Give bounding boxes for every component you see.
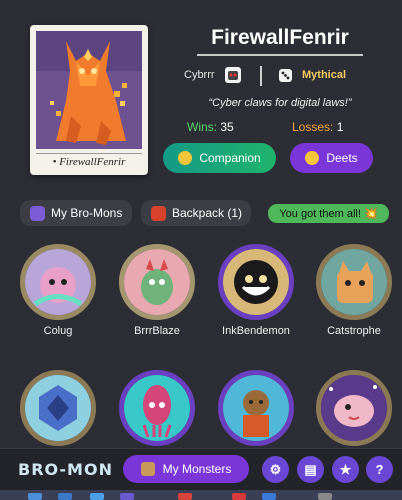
monster-avatar xyxy=(119,370,195,446)
app-root: • FirewallFenrir FirewallFenrir Cybrrr M… xyxy=(0,0,402,500)
monster-tile[interactable]: Catstrophe xyxy=(316,244,392,338)
monster-portrait xyxy=(36,31,142,149)
taskbar-app-icon[interactable] xyxy=(90,493,104,500)
losses-value: 1 xyxy=(336,120,344,134)
deets-label: Deets xyxy=(326,151,358,165)
companion-label: Companion xyxy=(199,151,261,165)
backpack-icon xyxy=(151,205,166,221)
taskbar-app-icon[interactable] xyxy=(318,493,332,500)
divider xyxy=(260,66,262,86)
monster-name: Catstrophe xyxy=(327,325,381,337)
taskbar-app-icon[interactable] xyxy=(28,493,42,500)
deets-button[interactable]: Deets xyxy=(290,143,373,173)
monster-tile[interactable] xyxy=(20,370,96,450)
monster-name: BrrrBlaze xyxy=(134,325,180,337)
companion-button[interactable]: Companion xyxy=(163,143,276,173)
box-icon xyxy=(140,462,155,476)
taskbar-app-icon[interactable] xyxy=(232,493,246,500)
wins-value: 35 xyxy=(220,120,234,134)
wins-label: Wins: xyxy=(187,120,217,134)
dice-icon xyxy=(278,68,293,83)
alien-icon xyxy=(30,205,45,221)
monster-avatar xyxy=(20,244,96,320)
my-monsters-label: My Monsters xyxy=(162,462,232,476)
wins-stat: Wins: 35 xyxy=(187,120,234,134)
rarity-label: Mythical xyxy=(302,69,347,81)
monster-tile[interactable] xyxy=(316,370,392,450)
tribe-label: Cybrrr xyxy=(184,69,215,81)
star-icon[interactable]: ★ xyxy=(332,456,359,483)
taskbar-app-icon[interactable] xyxy=(120,493,134,500)
motto-text: “Cyber claws for digital laws!” xyxy=(208,97,352,109)
taskbar-app-icon[interactable] xyxy=(58,493,72,500)
monster-name: InkBendemon xyxy=(222,325,290,337)
losses-stat: Losses: 1 xyxy=(292,120,343,134)
monster-avatar xyxy=(218,244,294,320)
card-name-label: • FirewallFenrir xyxy=(36,153,142,171)
completion-badge: You got them all! 💥 xyxy=(268,204,389,223)
tab-backpack[interactable]: Backpack (1) xyxy=(141,200,251,226)
bromon-logo: BRO-MON xyxy=(18,460,113,479)
taskbar-app-icon[interactable] xyxy=(178,493,192,500)
my-monsters-button[interactable]: My Monsters xyxy=(123,455,249,483)
username-title: FirewallFenrir xyxy=(211,26,349,49)
tongue-face-icon xyxy=(305,151,320,165)
monster-tile[interactable]: Colug xyxy=(20,244,96,338)
settings-gear-icon[interactable]: ⚙ xyxy=(262,456,289,483)
help-icon[interactable]: ? xyxy=(366,456,393,483)
monster-tile[interactable]: InkBendemon xyxy=(218,244,294,338)
tab-my-bromons-label: My Bro-Mons xyxy=(51,206,123,220)
profile-card[interactable]: • FirewallFenrir xyxy=(30,25,148,175)
monster-name: Colug xyxy=(43,325,73,337)
tab-backpack-label: Backpack (1) xyxy=(172,206,243,220)
monster-avatar xyxy=(316,244,392,320)
fist-icon xyxy=(178,151,193,165)
monster-avatar xyxy=(119,244,195,320)
monster-tile[interactable]: BrrrBlaze xyxy=(119,244,195,338)
username-underline xyxy=(197,54,363,56)
monster-avatar xyxy=(218,370,294,446)
taskbar-app-icon[interactable] xyxy=(262,493,276,500)
monster-tile[interactable] xyxy=(119,370,195,450)
monster-avatar xyxy=(20,370,96,446)
chat-icon[interactable]: ▤ xyxy=(297,456,324,483)
tribe-robot-icon xyxy=(225,67,241,83)
tab-my-bromons[interactable]: My Bro-Mons xyxy=(20,200,132,226)
monster-tile[interactable] xyxy=(218,370,294,450)
monster-avatar xyxy=(316,370,392,446)
losses-label: Losses: xyxy=(292,120,334,134)
